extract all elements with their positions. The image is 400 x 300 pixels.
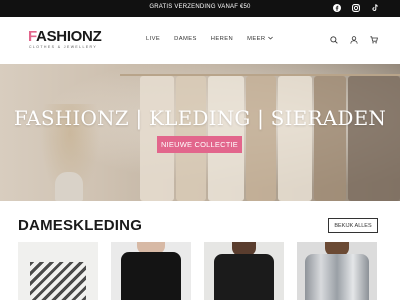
logo-tagline: CLOTHES & JEWELLERY <box>29 45 98 49</box>
announcement-bar: GRATIS VERZENDING VANAF €50 <box>0 0 400 17</box>
section-title: DAMESKLEDING <box>18 217 143 234</box>
garment-image <box>314 76 346 201</box>
product-card[interactable] <box>18 242 98 300</box>
product-image <box>30 262 86 300</box>
nav-item-heren[interactable]: HEREN <box>211 36 233 42</box>
facebook-icon[interactable] <box>332 3 342 13</box>
product-image <box>121 252 181 300</box>
product-image <box>305 254 369 300</box>
header-actions <box>329 35 378 44</box>
product-image <box>214 254 274 300</box>
nav-item-meer-label: MEER <box>247 36 266 42</box>
account-icon[interactable] <box>349 35 358 44</box>
social-links <box>332 3 380 13</box>
logo[interactable]: FASHIONZ CLOTHES & JEWELLERY <box>28 28 102 54</box>
product-card[interactable] <box>297 242 377 300</box>
product-grid <box>18 242 377 300</box>
new-collection-button[interactable]: NIEUWE COLLECTIE <box>157 136 242 153</box>
search-icon[interactable] <box>329 35 338 44</box>
view-all-button[interactable]: BEKIJK ALLES <box>328 218 378 233</box>
chevron-down-icon <box>268 36 274 42</box>
logo-wordmark: FASHIONZ <box>28 28 102 45</box>
main-nav: LIVE DAMES HEREN MEER <box>146 36 274 42</box>
site-header: FASHIONZ CLOTHES & JEWELLERY LIVE DAMES … <box>0 17 400 64</box>
vase-image <box>55 172 83 201</box>
product-card[interactable] <box>204 242 284 300</box>
garment-image <box>246 76 276 201</box>
instagram-icon[interactable] <box>351 3 361 13</box>
hero-banner: FASHIONZ | KLEDING | SIERADEN NIEUWE COL… <box>0 64 400 201</box>
product-card[interactable] <box>111 242 191 300</box>
cart-icon[interactable] <box>369 35 378 44</box>
nav-item-live[interactable]: LIVE <box>146 36 160 42</box>
nav-item-dames[interactable]: DAMES <box>174 36 197 42</box>
nav-item-meer[interactable]: MEER <box>247 36 274 42</box>
tiktok-icon[interactable] <box>370 3 380 13</box>
garment-image <box>278 76 312 201</box>
garment-image <box>348 76 400 201</box>
hero-title: FASHIONZ | KLEDING | SIERADEN <box>13 106 387 130</box>
